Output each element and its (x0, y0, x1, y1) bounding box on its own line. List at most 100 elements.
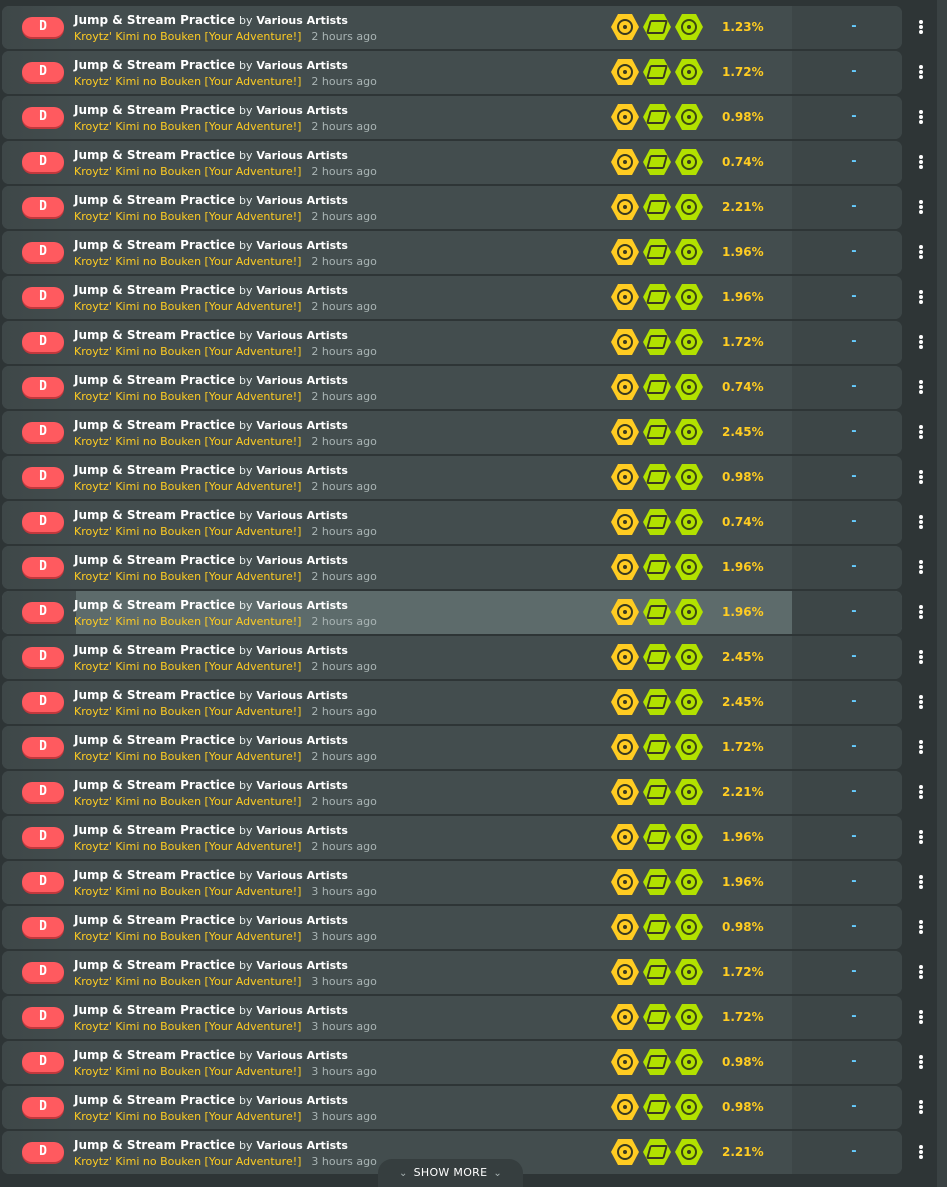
hidden-mod-icon[interactable] (611, 824, 639, 850)
hidden-mod-icon[interactable] (611, 59, 639, 85)
beatmap-title-line[interactable]: Jump & Stream Practice by Various Artist… (74, 553, 348, 568)
hidden-mod-icon[interactable] (611, 239, 639, 265)
no-fail-mod-icon[interactable] (643, 914, 671, 940)
spun-out-mod-icon[interactable] (675, 869, 703, 895)
score-row[interactable]: D Jump & Stream Practice by Various Artis… (2, 951, 902, 994)
score-row[interactable]: D Jump & Stream Practice by Various Artis… (2, 996, 902, 1039)
beatmap-title-line[interactable]: Jump & Stream Practice by Various Artist… (74, 328, 348, 343)
spun-out-mod-icon[interactable] (675, 14, 703, 40)
row-menu-button[interactable] (906, 636, 936, 679)
no-fail-mod-icon[interactable] (643, 284, 671, 310)
hidden-mod-icon[interactable] (611, 959, 639, 985)
beatmap-title-line[interactable]: Jump & Stream Practice by Various Artist… (74, 688, 348, 703)
hidden-mod-icon[interactable] (611, 104, 639, 130)
hidden-mod-icon[interactable] (611, 554, 639, 580)
no-fail-mod-icon[interactable] (643, 104, 671, 130)
spun-out-mod-icon[interactable] (675, 824, 703, 850)
row-menu-button[interactable] (906, 1041, 936, 1084)
hidden-mod-icon[interactable] (611, 914, 639, 940)
hidden-mod-icon[interactable] (611, 1094, 639, 1120)
hidden-mod-icon[interactable] (611, 149, 639, 175)
no-fail-mod-icon[interactable] (643, 824, 671, 850)
spun-out-mod-icon[interactable] (675, 734, 703, 760)
no-fail-mod-icon[interactable] (643, 779, 671, 805)
no-fail-mod-icon[interactable] (643, 59, 671, 85)
row-menu-button[interactable] (906, 411, 936, 454)
row-menu-button[interactable] (906, 726, 936, 769)
beatmap-title-line[interactable]: Jump & Stream Practice by Various Artist… (74, 418, 348, 433)
score-row[interactable]: D Jump & Stream Practice by Various Artis… (2, 546, 902, 589)
no-fail-mod-icon[interactable] (643, 329, 671, 355)
score-row[interactable]: D Jump & Stream Practice by Various Artis… (2, 321, 902, 364)
row-menu-button[interactable] (906, 771, 936, 814)
spun-out-mod-icon[interactable] (675, 689, 703, 715)
hidden-mod-icon[interactable] (611, 599, 639, 625)
hidden-mod-icon[interactable] (611, 734, 639, 760)
score-row[interactable]: D Jump & Stream Practice by Various Artis… (2, 96, 902, 139)
hidden-mod-icon[interactable] (611, 689, 639, 715)
beatmap-title-line[interactable]: Jump & Stream Practice by Various Artist… (74, 148, 348, 163)
score-row[interactable]: D Jump & Stream Practice by Various Artis… (2, 771, 902, 814)
row-menu-button[interactable] (906, 96, 936, 139)
beatmap-title-line[interactable]: Jump & Stream Practice by Various Artist… (74, 1048, 348, 1063)
score-row[interactable]: D Jump & Stream Practice by Various Artis… (2, 231, 902, 274)
score-row[interactable]: D Jump & Stream Practice by Various Artis… (2, 726, 902, 769)
beatmap-title-line[interactable]: Jump & Stream Practice by Various Artist… (74, 193, 348, 208)
no-fail-mod-icon[interactable] (643, 554, 671, 580)
show-more-button[interactable]: ⌄ SHOW MORE ⌄ (378, 1159, 523, 1187)
no-fail-mod-icon[interactable] (643, 734, 671, 760)
row-menu-button[interactable] (906, 276, 936, 319)
hidden-mod-icon[interactable] (611, 14, 639, 40)
score-row[interactable]: D Jump & Stream Practice by Various Artis… (2, 681, 902, 724)
beatmap-title-line[interactable]: Jump & Stream Practice by Various Artist… (74, 1003, 348, 1018)
hidden-mod-icon[interactable] (611, 869, 639, 895)
beatmap-title-line[interactable]: Jump & Stream Practice by Various Artist… (74, 643, 348, 658)
hidden-mod-icon[interactable] (611, 464, 639, 490)
score-row[interactable]: D Jump & Stream Practice by Various Artis… (2, 591, 902, 634)
spun-out-mod-icon[interactable] (675, 194, 703, 220)
beatmap-title-line[interactable]: Jump & Stream Practice by Various Artist… (74, 1138, 348, 1153)
score-row[interactable]: D Jump & Stream Practice by Various Artis… (2, 186, 902, 229)
row-menu-button[interactable] (906, 366, 936, 409)
score-row[interactable]: D Jump & Stream Practice by Various Artis… (2, 51, 902, 94)
spun-out-mod-icon[interactable] (675, 509, 703, 535)
score-row[interactable]: D Jump & Stream Practice by Various Artis… (2, 816, 902, 859)
spun-out-mod-icon[interactable] (675, 644, 703, 670)
no-fail-mod-icon[interactable] (643, 149, 671, 175)
hidden-mod-icon[interactable] (611, 644, 639, 670)
no-fail-mod-icon[interactable] (643, 1049, 671, 1075)
no-fail-mod-icon[interactable] (643, 419, 671, 445)
beatmap-title-line[interactable]: Jump & Stream Practice by Various Artist… (74, 103, 348, 118)
row-menu-button[interactable] (906, 861, 936, 904)
spun-out-mod-icon[interactable] (675, 1049, 703, 1075)
spun-out-mod-icon[interactable] (675, 779, 703, 805)
score-row[interactable]: D Jump & Stream Practice by Various Artis… (2, 366, 902, 409)
score-row[interactable]: D Jump & Stream Practice by Various Artis… (2, 411, 902, 454)
no-fail-mod-icon[interactable] (643, 959, 671, 985)
hidden-mod-icon[interactable] (611, 419, 639, 445)
beatmap-title-line[interactable]: Jump & Stream Practice by Various Artist… (74, 238, 348, 253)
hidden-mod-icon[interactable] (611, 1004, 639, 1030)
spun-out-mod-icon[interactable] (675, 554, 703, 580)
row-menu-button[interactable] (906, 321, 936, 364)
row-menu-button[interactable] (906, 996, 936, 1039)
spun-out-mod-icon[interactable] (675, 464, 703, 490)
hidden-mod-icon[interactable] (611, 509, 639, 535)
no-fail-mod-icon[interactable] (643, 374, 671, 400)
hidden-mod-icon[interactable] (611, 779, 639, 805)
no-fail-mod-icon[interactable] (643, 1139, 671, 1165)
beatmap-title-line[interactable]: Jump & Stream Practice by Various Artist… (74, 958, 348, 973)
no-fail-mod-icon[interactable] (643, 194, 671, 220)
beatmap-title-line[interactable]: Jump & Stream Practice by Various Artist… (74, 868, 348, 883)
spun-out-mod-icon[interactable] (675, 419, 703, 445)
row-menu-button[interactable] (906, 951, 936, 994)
spun-out-mod-icon[interactable] (675, 329, 703, 355)
no-fail-mod-icon[interactable] (643, 689, 671, 715)
beatmap-title-line[interactable]: Jump & Stream Practice by Various Artist… (74, 463, 348, 478)
row-menu-button[interactable] (906, 591, 936, 634)
score-row[interactable]: D Jump & Stream Practice by Various Artis… (2, 456, 902, 499)
spun-out-mod-icon[interactable] (675, 284, 703, 310)
spun-out-mod-icon[interactable] (675, 59, 703, 85)
row-menu-button[interactable] (906, 6, 936, 49)
beatmap-title-line[interactable]: Jump & Stream Practice by Various Artist… (74, 58, 348, 73)
